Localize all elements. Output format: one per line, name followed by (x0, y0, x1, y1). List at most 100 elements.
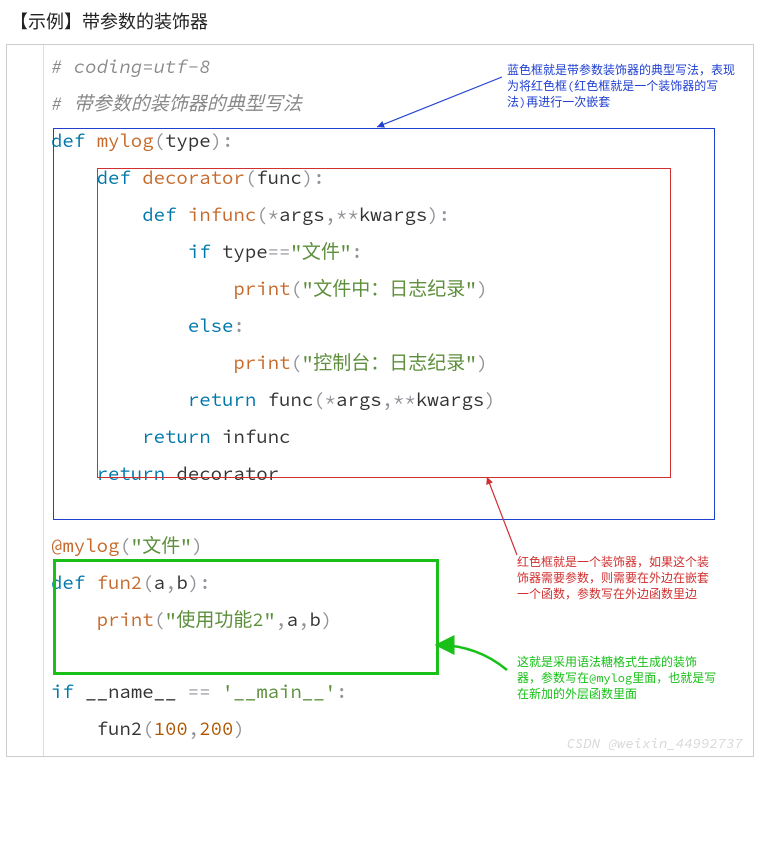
indent (51, 240, 188, 264)
code-line: 11 return infunc (7, 419, 753, 456)
watermark: CSDN @weixin_44992737 (567, 734, 743, 752)
ident: func (268, 388, 314, 412)
param: type (165, 129, 211, 153)
punct: , (298, 608, 309, 632)
punct: : (233, 314, 244, 338)
indent (51, 314, 188, 338)
param: args (279, 203, 325, 227)
kw: def (142, 203, 188, 227)
indent (51, 351, 233, 375)
code-line: 9 print("控制台：日志纪录") (7, 345, 753, 382)
punct: ( (290, 351, 301, 375)
code-line: 1 # coding=utf-8 (7, 49, 753, 86)
comment: # 带参数的装饰器的典型写法 (51, 92, 302, 116)
code-line: 4 def decorator(func): (7, 160, 753, 197)
punct: ) (477, 277, 488, 301)
punct: ( (142, 717, 153, 741)
punct: : (336, 680, 347, 704)
indent (51, 717, 97, 741)
ident: infunc (222, 425, 290, 449)
indent (51, 425, 142, 449)
page-title: 【示例】带参数的装饰器 (0, 0, 760, 44)
punct: (* (256, 203, 279, 227)
punct: : (351, 240, 362, 264)
indent (51, 277, 233, 301)
punct: ( (245, 166, 256, 190)
ident: infunc (188, 203, 256, 227)
kw: if (188, 240, 222, 264)
punct: ): (302, 166, 325, 190)
punct: ) (484, 388, 495, 412)
ident: fun2 (97, 571, 143, 595)
code-line: 6 if type=="文件": (7, 234, 753, 271)
ident: fun2 (97, 717, 143, 741)
punct: , (188, 717, 199, 741)
code-lines: 1 # coding=utf-8 2 # 带参数的装饰器的典型写法 3 def … (7, 45, 753, 756)
punct: ): (427, 203, 450, 227)
code-line: 7 print("文件中：日志纪录") (7, 271, 753, 308)
string: "控制台：日志纪录" (302, 351, 477, 375)
punct: ) (233, 717, 244, 741)
param: b (309, 608, 320, 632)
ident: mylog (97, 129, 154, 153)
op: == (268, 240, 291, 264)
code-line: 10 return func(*args,**kwargs) (7, 382, 753, 419)
code-line: 17 (7, 639, 753, 674)
string: "文件" (131, 534, 192, 558)
kw: def (51, 571, 97, 595)
punct: ) (321, 608, 332, 632)
code-line: 13 (7, 493, 753, 528)
punct: ,** (382, 388, 416, 412)
punct: (* (313, 388, 336, 412)
param: func (256, 166, 302, 190)
param: args (336, 388, 382, 412)
param: a (154, 571, 165, 595)
code-line: 14 @mylog("文件") (7, 528, 753, 565)
ident: print (97, 608, 154, 632)
ident: decorator (176, 462, 279, 486)
code-line: 16 print("使用功能2",a,b) (7, 602, 753, 639)
code-block: 1 # coding=utf-8 2 # 带参数的装饰器的典型写法 3 def … (6, 44, 754, 757)
kw: return (188, 388, 268, 412)
indent (51, 608, 97, 632)
ident: type (222, 240, 268, 264)
punct: , (275, 608, 286, 632)
kw: else (188, 314, 234, 338)
string: '__main__' (222, 680, 336, 704)
kw: return (142, 425, 222, 449)
decorator: @mylog (51, 534, 119, 558)
code-line: 5 def infunc(*args,**kwargs): (7, 197, 753, 234)
gutter (7, 45, 44, 756)
ident: print (233, 277, 290, 301)
ident: print (233, 351, 290, 375)
indent (51, 166, 97, 190)
code-line: 12 return decorator (7, 456, 753, 493)
ident: __name__ (85, 680, 176, 704)
kw: if (51, 680, 85, 704)
punct: ( (154, 608, 165, 632)
indent (51, 203, 142, 227)
code-line: 2 # 带参数的装饰器的典型写法 (7, 86, 753, 123)
kw: return (97, 462, 177, 486)
ident: decorator (142, 166, 245, 190)
indent (51, 388, 188, 412)
punct: ): (211, 129, 234, 153)
string: "文件" (290, 240, 351, 264)
number: 200 (199, 717, 233, 741)
code-line: 18 if __name__ == '__main__': (7, 674, 753, 711)
punct: , (165, 571, 176, 595)
comment: # coding=utf-8 (51, 55, 211, 79)
number: 100 (154, 717, 188, 741)
code-line: 8 else: (7, 308, 753, 345)
param: kwargs (359, 203, 427, 227)
punct: ) (192, 534, 203, 558)
param: b (176, 571, 187, 595)
code-line: 15 def fun2(a,b): (7, 565, 753, 602)
punct: ( (142, 571, 153, 595)
punct: ( (119, 534, 130, 558)
punct: ) (477, 351, 488, 375)
param: kwargs (416, 388, 484, 412)
string: "使用功能2" (165, 608, 275, 632)
kw: def (51, 129, 97, 153)
punct: ( (290, 277, 301, 301)
